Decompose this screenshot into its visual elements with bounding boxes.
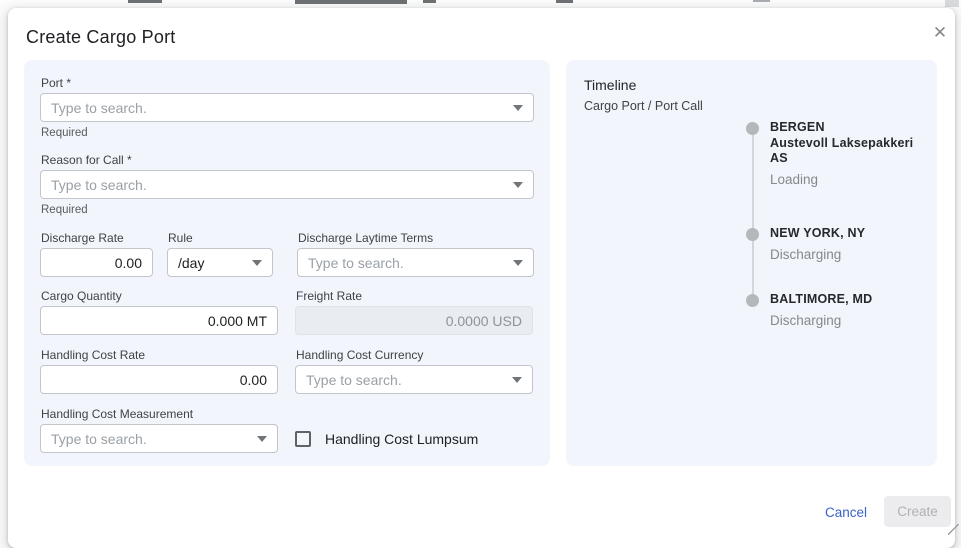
quantity-row: Cargo Quantity Freight Rate	[40, 289, 534, 335]
port-label: Port *	[41, 76, 534, 90]
discharge-laytime-terms-placeholder: Type to search.	[308, 255, 507, 271]
background-text-fragment	[556, 0, 573, 3]
timeline-terminal-name: Austevoll Laksepakkeri AS	[770, 136, 934, 167]
timeline-entry: NEW YORK, NY Discharging	[746, 226, 934, 264]
freight-rate-field: Freight Rate	[295, 289, 533, 335]
port-placeholder: Type to search.	[51, 100, 507, 116]
timeline-dot-icon	[746, 122, 759, 135]
reason-for-call-field: Reason for Call * Type to search. Requir…	[40, 153, 534, 217]
freight-rate-label: Freight Rate	[296, 289, 533, 303]
reason-for-call-label: Reason for Call *	[41, 153, 534, 167]
handling-cost-rate-label: Handling Cost Rate	[41, 348, 278, 362]
timeline-entry: BALTIMORE, MD Discharging	[746, 292, 934, 330]
chevron-down-icon	[513, 182, 523, 188]
handling-cost-measurement-field: Handling Cost Measurement Type to search…	[40, 407, 278, 453]
timeline-dot-icon	[746, 294, 759, 307]
rule-field: Rule /day	[167, 231, 273, 277]
background-text-fragment	[128, 0, 162, 3]
background-text-fragment	[753, 0, 770, 2]
rule-value: /day	[178, 255, 246, 271]
handling-measurement-row: Handling Cost Measurement Type to search…	[40, 407, 534, 453]
handling-cost-currency-field: Handling Cost Currency Type to search.	[295, 348, 533, 394]
handling-cost-currency-select[interactable]: Type to search.	[295, 365, 533, 394]
handling-cost-lumpsum-label: Handling Cost Lumpsum	[325, 431, 478, 447]
rule-select[interactable]: /day	[167, 248, 273, 277]
handling-cost-currency-label: Handling Cost Currency	[296, 348, 533, 362]
discharge-rate-field: Discharge Rate	[40, 231, 153, 277]
timeline-dot-icon	[746, 228, 759, 241]
form-panel: Port * Type to search. Required Reason f…	[24, 60, 550, 466]
background-text-fragment	[423, 0, 436, 3]
discharge-laytime-terms-field: Discharge Laytime Terms Type to search.	[297, 231, 534, 277]
discharge-rate-input[interactable]	[40, 248, 153, 277]
background-text-fragment	[945, 0, 959, 7]
cargo-quantity-field: Cargo Quantity	[40, 289, 278, 335]
handling-cost-measurement-select[interactable]: Type to search.	[40, 424, 278, 453]
handling-cost-row: Handling Cost Rate Handling Cost Currenc…	[40, 348, 534, 394]
discharge-row: Discharge Rate Rule /day Discharge Layti…	[40, 231, 534, 277]
dialog-title: Create Cargo Port	[26, 27, 175, 48]
port-field: Port * Type to search. Required	[40, 76, 534, 140]
timeline-subtitle: Cargo Port / Port Call	[584, 99, 919, 113]
reason-for-call-required-hint: Required	[41, 204, 534, 217]
reason-for-call-select[interactable]: Type to search.	[40, 170, 534, 199]
create-button: Create	[884, 496, 951, 527]
timeline-entry: BERGEN Austevoll Laksepakkeri AS Loading	[746, 120, 934, 189]
cancel-button[interactable]: Cancel	[825, 505, 867, 520]
timeline-activity: Loading	[770, 171, 934, 189]
timeline-port-name: NEW YORK, NY	[770, 226, 934, 242]
timeline-panel: Timeline Cargo Port / Port Call BERGEN A…	[566, 60, 937, 466]
timeline-port-name: BERGEN	[770, 120, 934, 136]
port-required-hint: Required	[41, 127, 534, 140]
handling-cost-measurement-label: Handling Cost Measurement	[41, 407, 278, 421]
discharge-laytime-terms-select[interactable]: Type to search.	[297, 248, 534, 277]
discharge-laytime-terms-label: Discharge Laytime Terms	[298, 231, 534, 245]
chevron-down-icon	[513, 105, 523, 111]
chevron-down-icon	[252, 260, 262, 266]
checkbox-icon[interactable]	[295, 431, 311, 447]
background-text-fragment	[295, 0, 407, 4]
handling-cost-measurement-placeholder: Type to search.	[51, 431, 251, 447]
chevron-down-icon	[257, 436, 267, 442]
rule-label: Rule	[168, 231, 273, 245]
create-cargo-port-dialog: Create Cargo Port ✕ Port * Type to searc…	[8, 8, 955, 548]
discharge-rate-label: Discharge Rate	[41, 231, 153, 245]
chevron-down-icon	[512, 377, 522, 383]
chevron-down-icon	[513, 260, 523, 266]
handling-cost-rate-input[interactable]	[40, 365, 278, 394]
freight-rate-input	[295, 306, 533, 335]
handling-cost-currency-placeholder: Type to search.	[306, 372, 506, 388]
timeline-title: Timeline	[584, 76, 919, 94]
port-select[interactable]: Type to search.	[40, 93, 534, 122]
timeline-activity: Discharging	[770, 246, 934, 264]
resize-handle-icon	[948, 524, 959, 535]
reason-for-call-placeholder: Type to search.	[51, 177, 507, 193]
timeline-port-name: BALTIMORE, MD	[770, 292, 934, 308]
close-icon[interactable]: ✕	[926, 19, 954, 47]
cargo-quantity-label: Cargo Quantity	[41, 289, 278, 303]
handling-cost-lumpsum-checkbox[interactable]: Handling Cost Lumpsum	[295, 424, 533, 453]
cargo-quantity-input[interactable]	[40, 306, 278, 335]
timeline-activity: Discharging	[770, 312, 934, 330]
handling-cost-rate-field: Handling Cost Rate	[40, 348, 278, 394]
